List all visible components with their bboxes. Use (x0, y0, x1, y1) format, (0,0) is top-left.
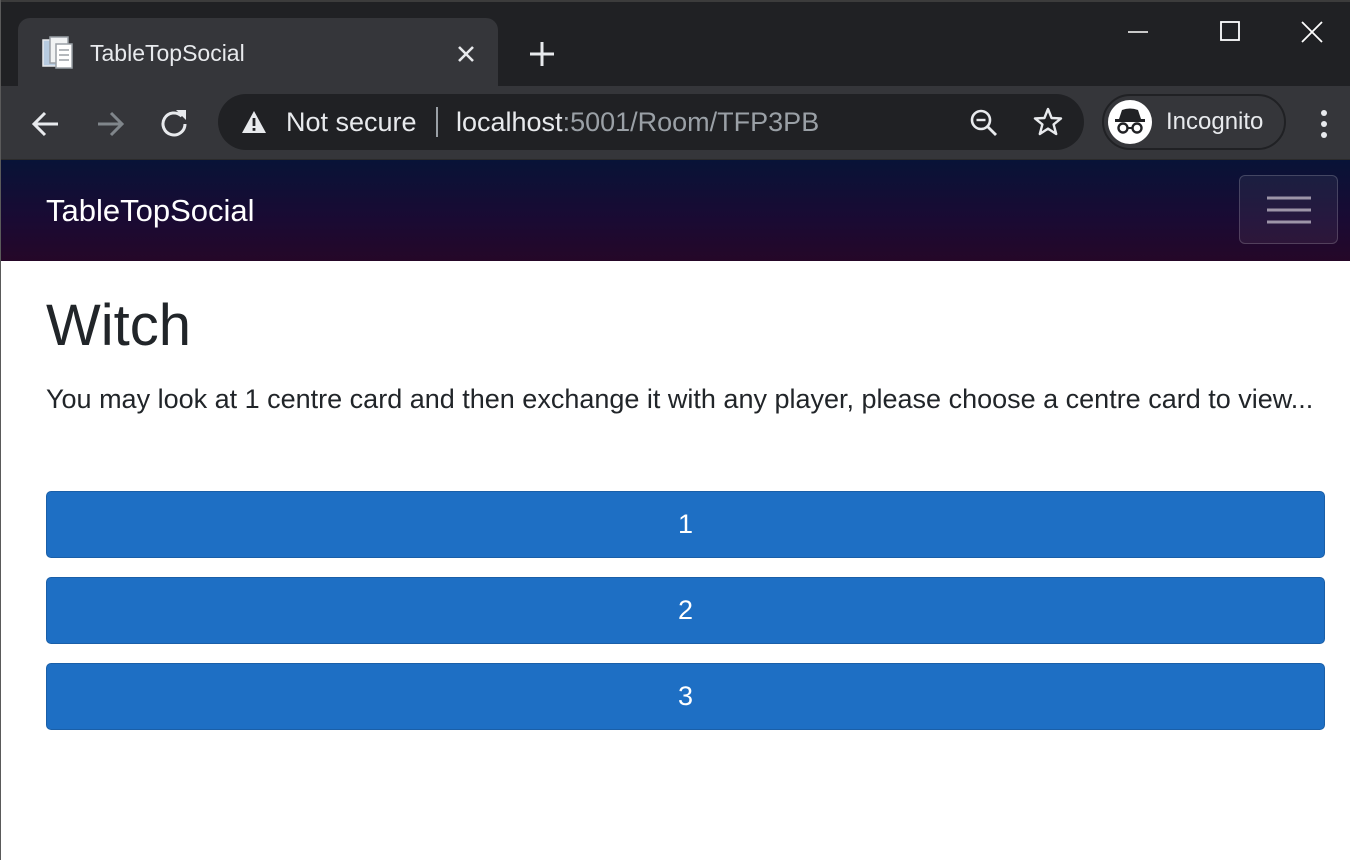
close-icon[interactable] (452, 40, 480, 68)
site-brand[interactable]: TableTopSocial (46, 193, 255, 229)
centre-card-2-button[interactable]: 2 (46, 577, 1325, 644)
browser-tabstrip: TableTopSocial (0, 0, 1350, 88)
security-status[interactable]: Not secure (286, 107, 417, 137)
url-host: localhost (456, 107, 563, 137)
back-arrow-icon[interactable] (26, 104, 66, 144)
document-icon (42, 36, 74, 70)
hamburger-menu-icon (1267, 196, 1311, 224)
incognito-icon (1108, 100, 1152, 144)
kebab-menu-icon[interactable] (1306, 104, 1342, 144)
window-border (0, 0, 1, 860)
incognito-profile-button[interactable]: Incognito (1102, 94, 1286, 150)
centre-card-1-button[interactable]: 1 (46, 491, 1325, 558)
plus-icon[interactable] (526, 38, 558, 70)
centre-card-3-button[interactable]: 3 (46, 663, 1325, 730)
address-bar[interactable]: Not secure localhost:5001/Room/TFP3PB (218, 94, 1084, 150)
star-icon[interactable] (1032, 106, 1064, 138)
maximize-icon[interactable] (1184, 2, 1274, 62)
page-title: Witch (46, 293, 191, 358)
profile-label: Incognito (1166, 108, 1264, 135)
warning-icon[interactable] (240, 109, 268, 135)
minimize-icon[interactable] (1094, 2, 1184, 62)
url-text[interactable]: localhost:5001/Room/TFP3PB (456, 107, 819, 137)
browser-tab[interactable]: TableTopSocial (18, 18, 498, 88)
url-path: :5001/Room/TFP3PB (562, 107, 820, 137)
tab-title: TableTopSocial (90, 40, 245, 66)
omnibox-divider (436, 107, 438, 137)
forward-arrow-icon[interactable] (90, 104, 130, 144)
window-close-icon[interactable] (1274, 2, 1350, 62)
reload-icon[interactable] (154, 104, 194, 144)
role-instructions: You may look at 1 centre card and then e… (46, 384, 1314, 414)
zoom-out-icon[interactable] (968, 107, 1000, 139)
site-navbar: TableTopSocial (0, 160, 1350, 261)
hamburger-menu-button[interactable] (1239, 175, 1338, 244)
browser-toolbar: Not secure localhost:5001/Room/TFP3PB In… (0, 86, 1350, 160)
